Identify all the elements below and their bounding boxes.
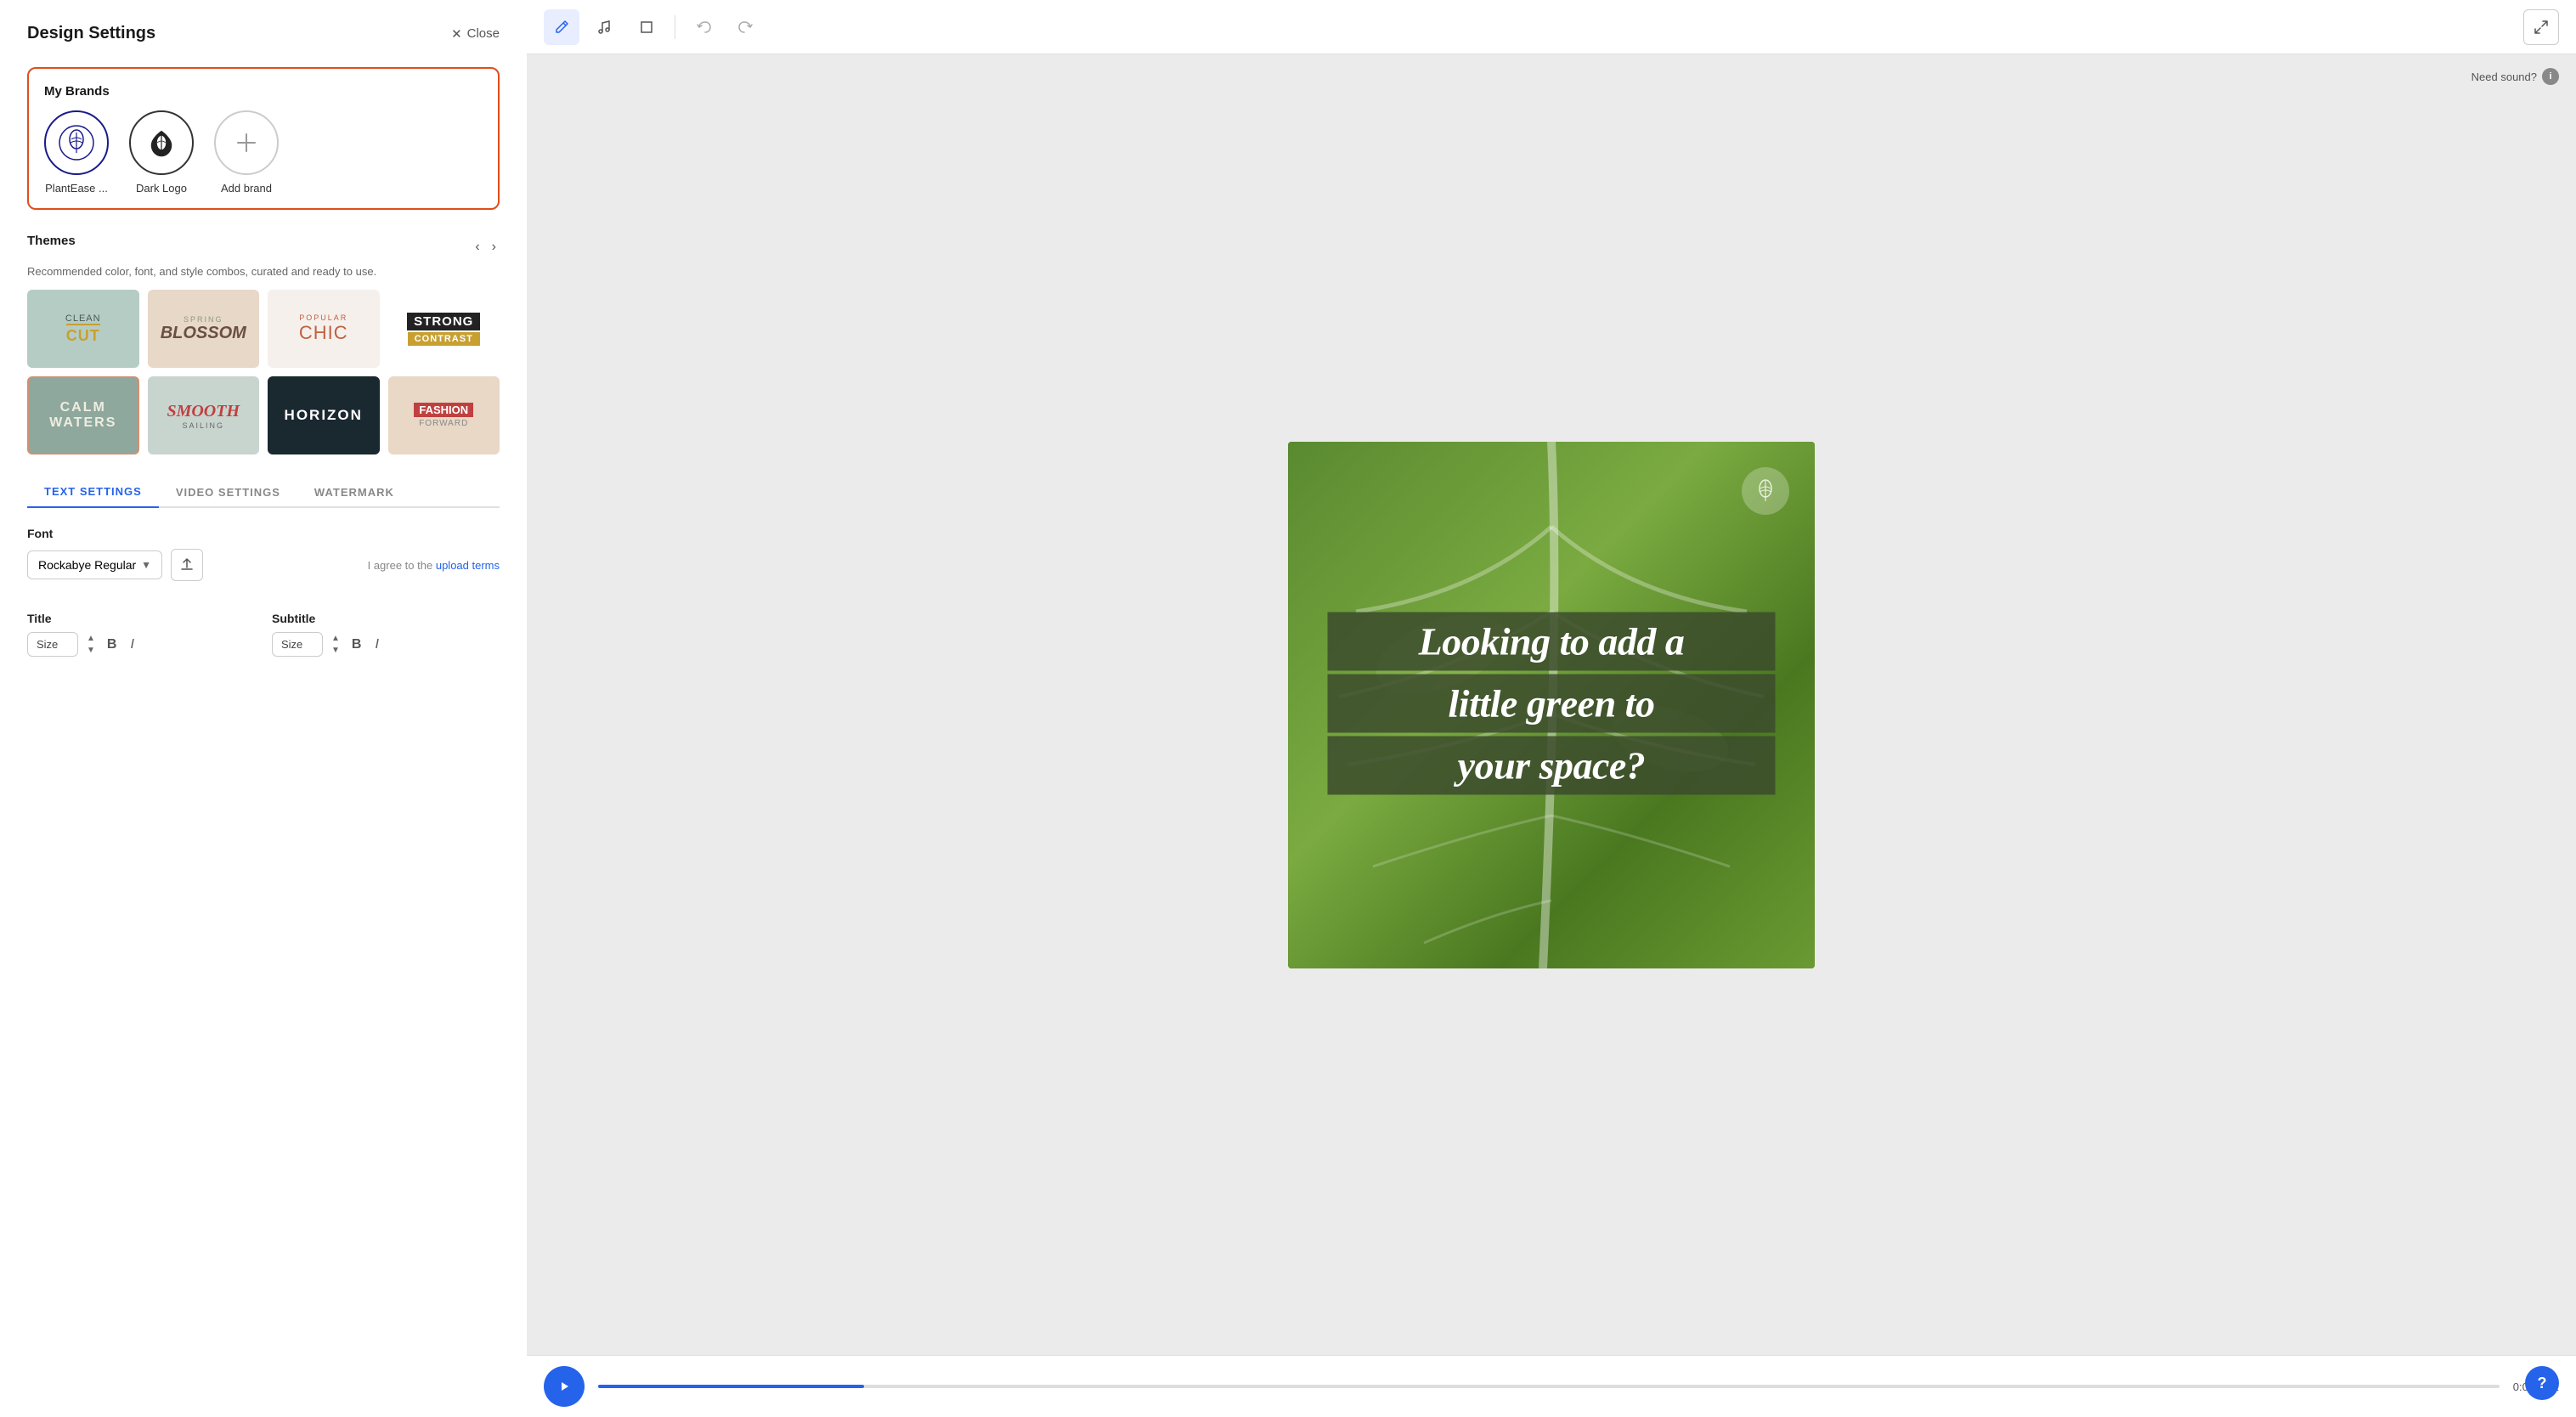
brand-item-add[interactable]: Add brand	[214, 110, 279, 195]
brand-icon-add	[214, 110, 279, 175]
title-size-down[interactable]: ▼	[85, 646, 97, 656]
left-panel: Design Settings ✕ Close My Brands	[0, 0, 527, 1417]
font-select[interactable]: Rockabye Regular ▼	[27, 550, 162, 579]
close-icon: ✕	[451, 26, 462, 42]
progress-bar-container[interactable]	[598, 1385, 2500, 1388]
bottom-bar: 0:03/0:22	[527, 1355, 2576, 1417]
close-button[interactable]: ✕ Close	[451, 26, 500, 42]
play-button[interactable]	[544, 1366, 585, 1407]
toolbar-pencil-button[interactable]	[544, 9, 579, 45]
title-label: Title	[27, 612, 255, 625]
themes-next-button[interactable]: ›	[489, 238, 500, 257]
themes-nav: ‹ ›	[472, 238, 500, 257]
theme-card-calm-waters[interactable]: CALMWATERS	[27, 376, 139, 454]
sound-notice: Need sound? i	[2471, 68, 2559, 85]
theme-card-horizon[interactable]: HORIZON	[268, 376, 380, 454]
theme-card-spring-blossom[interactable]: SPRING BLOSSOM	[148, 290, 260, 368]
title-size-label: Size	[37, 638, 58, 651]
title-italic-button[interactable]: I	[127, 634, 137, 656]
canvas-text-line-3: your space?	[1328, 736, 1776, 794]
title-size-up[interactable]: ▲	[85, 634, 97, 644]
title-size-arrows: ▲ ▼	[85, 634, 97, 656]
upload-terms-link[interactable]: upload terms	[436, 559, 500, 572]
brand-item-darklogo[interactable]: Dark Logo	[129, 110, 194, 195]
canvas-image: Looking to add a little green to your sp…	[1288, 442, 1815, 968]
themes-title: Themes	[27, 234, 76, 248]
panel-title: Design Settings	[27, 24, 155, 43]
title-section: Title Size ▲ ▼ B I	[27, 612, 255, 657]
tabs-row: TEXT SETTINGS VIDEO SETTINGS WATERMARK	[27, 475, 500, 508]
font-section: Font Rockabye Regular ▼ I agree to the u…	[27, 527, 500, 581]
title-subtitle-row: Title Size ▲ ▼ B I Subtitle Size ▲	[27, 612, 500, 657]
subtitle-section: Subtitle Size ▲ ▼ B I	[272, 612, 500, 657]
subtitle-size-box: Size	[272, 632, 323, 657]
subtitle-size-up[interactable]: ▲	[330, 634, 342, 644]
themes-section: Themes ‹ › Recommended color, font, and …	[27, 234, 500, 454]
close-label: Close	[467, 26, 500, 41]
font-select-wrapper: Rockabye Regular ▼	[27, 549, 203, 581]
toolbar-right	[2523, 9, 2559, 45]
top-toolbar	[527, 0, 2576, 54]
font-row: Rockabye Regular ▼ I agree to the upload…	[27, 549, 500, 581]
subtitle-size-label: Size	[281, 638, 302, 651]
theme-card-clean-cut[interactable]: CLEAN CUT	[27, 290, 139, 368]
font-label: Font	[27, 527, 500, 540]
brands-section: My Brands PlantEase ...	[27, 67, 500, 210]
brand-label-add: Add brand	[221, 182, 272, 195]
title-size-row: Size ▲ ▼ B I	[27, 632, 255, 657]
toolbar-redo-button[interactable]	[728, 9, 764, 45]
subtitle-label: Subtitle	[272, 612, 500, 625]
brands-title: My Brands	[44, 84, 483, 99]
tab-text-settings[interactable]: TEXT SETTINGS	[27, 477, 159, 508]
subtitle-size-row: Size ▲ ▼ B I	[272, 632, 500, 657]
canvas-logo	[1742, 467, 1789, 515]
toolbar-left	[544, 9, 764, 45]
subtitle-size-arrows: ▲ ▼	[330, 634, 342, 656]
title-size-box: Size	[27, 632, 78, 657]
font-selected-value: Rockabye Regular	[38, 558, 136, 572]
toolbar-undo-button[interactable]	[686, 9, 721, 45]
themes-grid: CLEAN CUT SPRING BLOSSOM POPULAR CHIC ST…	[27, 290, 500, 454]
subtitle-italic-button[interactable]: I	[371, 634, 381, 656]
theme-card-strong-contrast[interactable]: STRONG CONTRAST	[388, 290, 500, 368]
leaf-background: Looking to add a little green to your sp…	[1288, 442, 1815, 968]
brand-icon-darklogo	[129, 110, 194, 175]
canvas-text-line-1: Looking to add a	[1328, 612, 1776, 670]
progress-fill	[598, 1385, 864, 1388]
panel-header: Design Settings ✕ Close	[27, 24, 500, 43]
brand-item-plantease[interactable]: PlantEase ...	[44, 110, 109, 195]
toolbar-music-button[interactable]	[586, 9, 622, 45]
brand-icon-plantease	[44, 110, 109, 175]
tab-video-settings[interactable]: VIDEO SETTINGS	[159, 477, 297, 508]
canvas-text-line-2: little green to	[1328, 674, 1776, 732]
info-icon[interactable]: i	[2542, 68, 2559, 85]
font-upload-button[interactable]	[171, 549, 203, 581]
font-dropdown-icon: ▼	[141, 559, 151, 571]
brand-label-darklogo: Dark Logo	[136, 182, 187, 195]
themes-prev-button[interactable]: ‹	[472, 238, 483, 257]
themes-subtitle: Recommended color, font, and style combo…	[27, 265, 500, 278]
subtitle-bold-button[interactable]: B	[348, 634, 365, 656]
themes-header: Themes ‹ ›	[27, 234, 500, 260]
brands-row: PlantEase ... Dark Logo	[44, 110, 483, 195]
theme-card-popular-chic[interactable]: POPULAR CHIC	[268, 290, 380, 368]
sound-notice-label: Need sound?	[2471, 71, 2537, 83]
canvas-area: Need sound? i	[527, 54, 2576, 1355]
subtitle-size-down[interactable]: ▼	[330, 646, 342, 656]
theme-card-smooth-sailing[interactable]: SMOOTH SAILING	[148, 376, 260, 454]
tab-watermark[interactable]: WATERMARK	[297, 477, 411, 508]
help-icon: ?	[2538, 1375, 2547, 1392]
expand-button[interactable]	[2523, 9, 2559, 45]
canvas-text-overlay: Looking to add a little green to your sp…	[1328, 612, 1776, 798]
theme-card-fashion-forward[interactable]: FASHION FORWARD	[388, 376, 500, 454]
brand-label-plantease: PlantEase ...	[45, 182, 108, 195]
help-button[interactable]: ?	[2525, 1366, 2559, 1400]
right-panel: Need sound? i	[527, 0, 2576, 1417]
upload-terms: I agree to the upload terms	[368, 559, 500, 572]
title-bold-button[interactable]: B	[104, 634, 121, 656]
progress-track	[598, 1385, 2500, 1388]
toolbar-crop-button[interactable]	[629, 9, 664, 45]
